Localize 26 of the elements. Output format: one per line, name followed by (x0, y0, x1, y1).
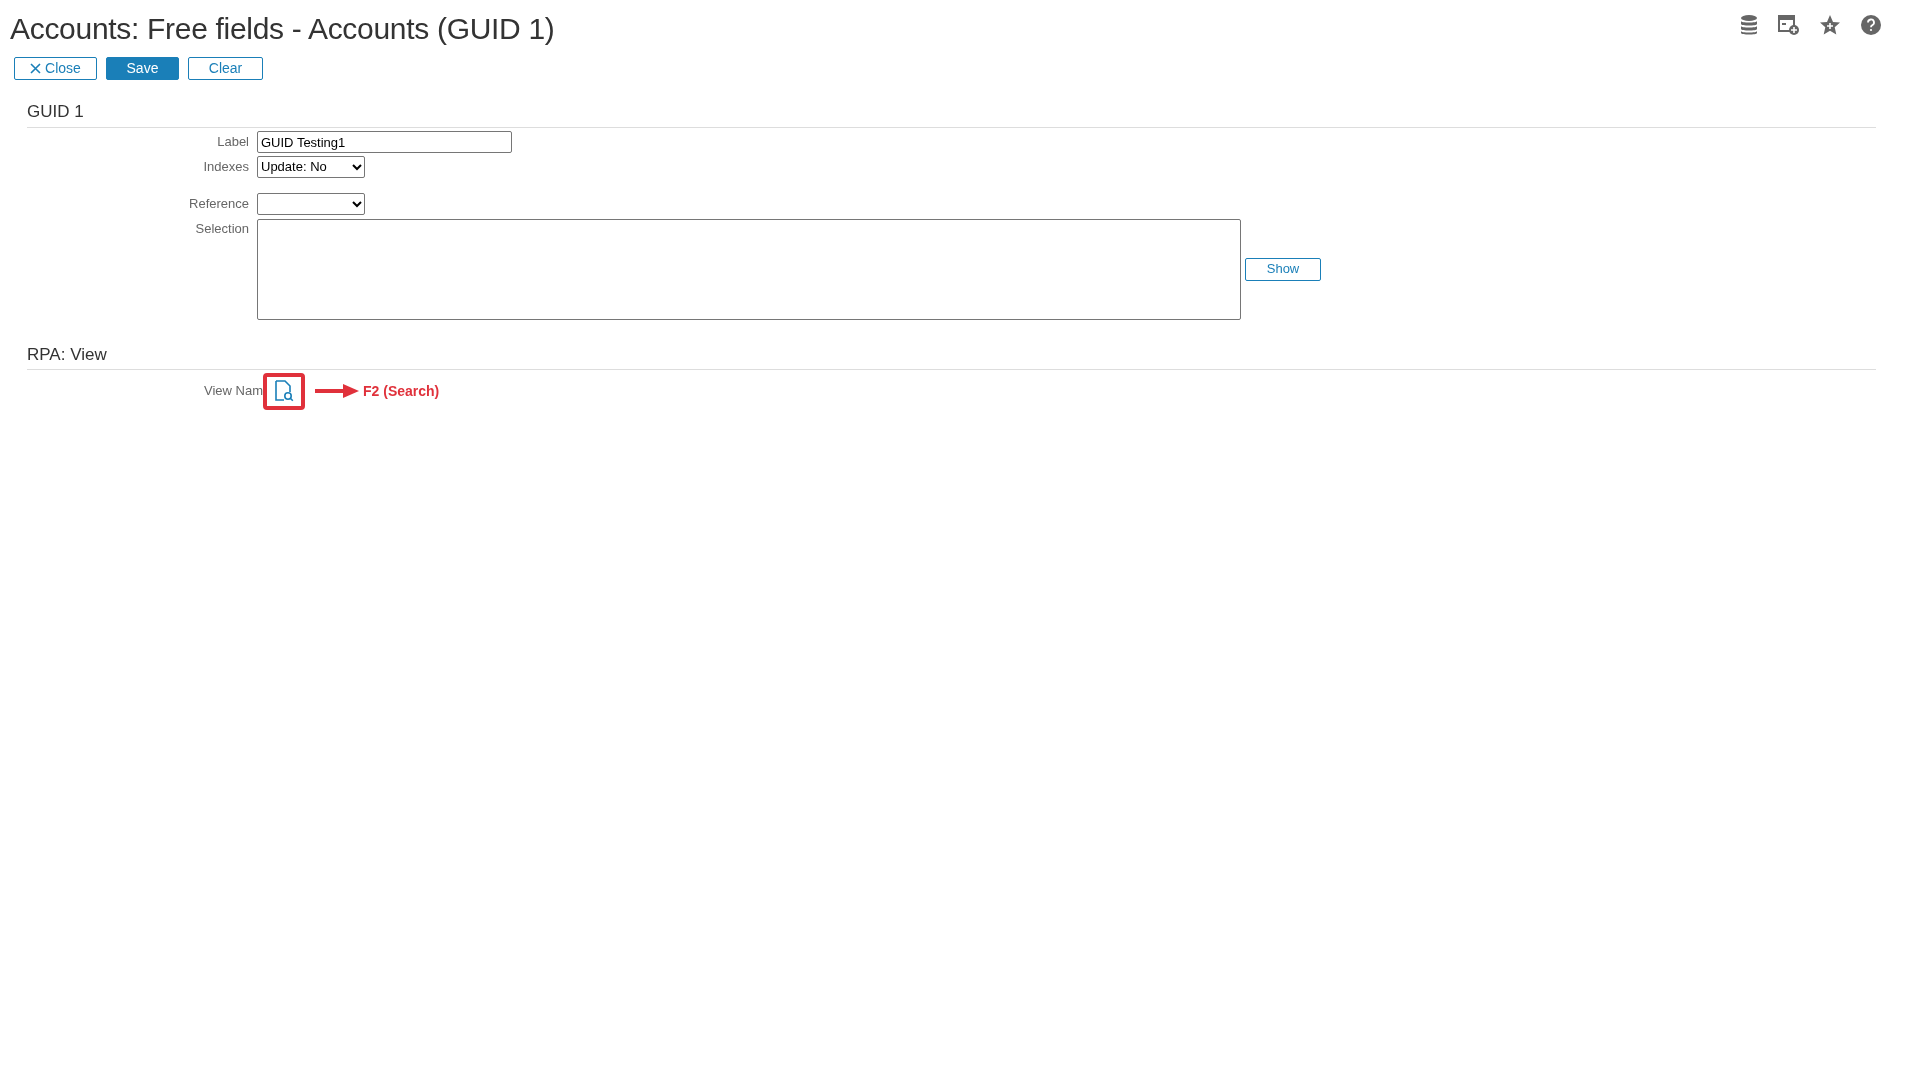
field-label: View Nam (203, 382, 263, 401)
section-title: RPA: View (27, 344, 107, 364)
chevron-down-icon (352, 163, 362, 171)
star-add-icon[interactable] (1819, 14, 1841, 36)
database-icon[interactable] (1739, 14, 1759, 36)
outline-button[interactable]: Clear (188, 57, 263, 80)
dropdown[interactable]: Update: No (257, 156, 365, 178)
field-label: Reference (188, 195, 250, 214)
field-label: Indexes (202, 158, 250, 177)
close-icon (30, 63, 42, 74)
show-button[interactable]: Show (1245, 257, 1321, 281)
document-search-icon[interactable] (274, 380, 294, 402)
section-title: GUID 1 (27, 102, 84, 121)
annotation-text: F2 (Search) (363, 381, 440, 401)
chevron-down-icon (352, 200, 362, 208)
window-add-icon[interactable] (1778, 14, 1800, 36)
annotation-arrow (315, 384, 359, 398)
field-label: Label (216, 133, 250, 152)
selection-textarea[interactable] (257, 218, 1241, 320)
page-title: Accounts: Free fields - Accounts (GUID 1) (10, 11, 555, 47)
dropdown[interactable] (257, 193, 365, 215)
field-label: Selection (194, 219, 250, 238)
primary-button[interactable]: Save (106, 57, 179, 80)
label-field[interactable]: GUID Testing1 (257, 131, 512, 153)
help-icon[interactable] (1860, 14, 1882, 36)
outline-button[interactable]: Close (14, 57, 97, 80)
